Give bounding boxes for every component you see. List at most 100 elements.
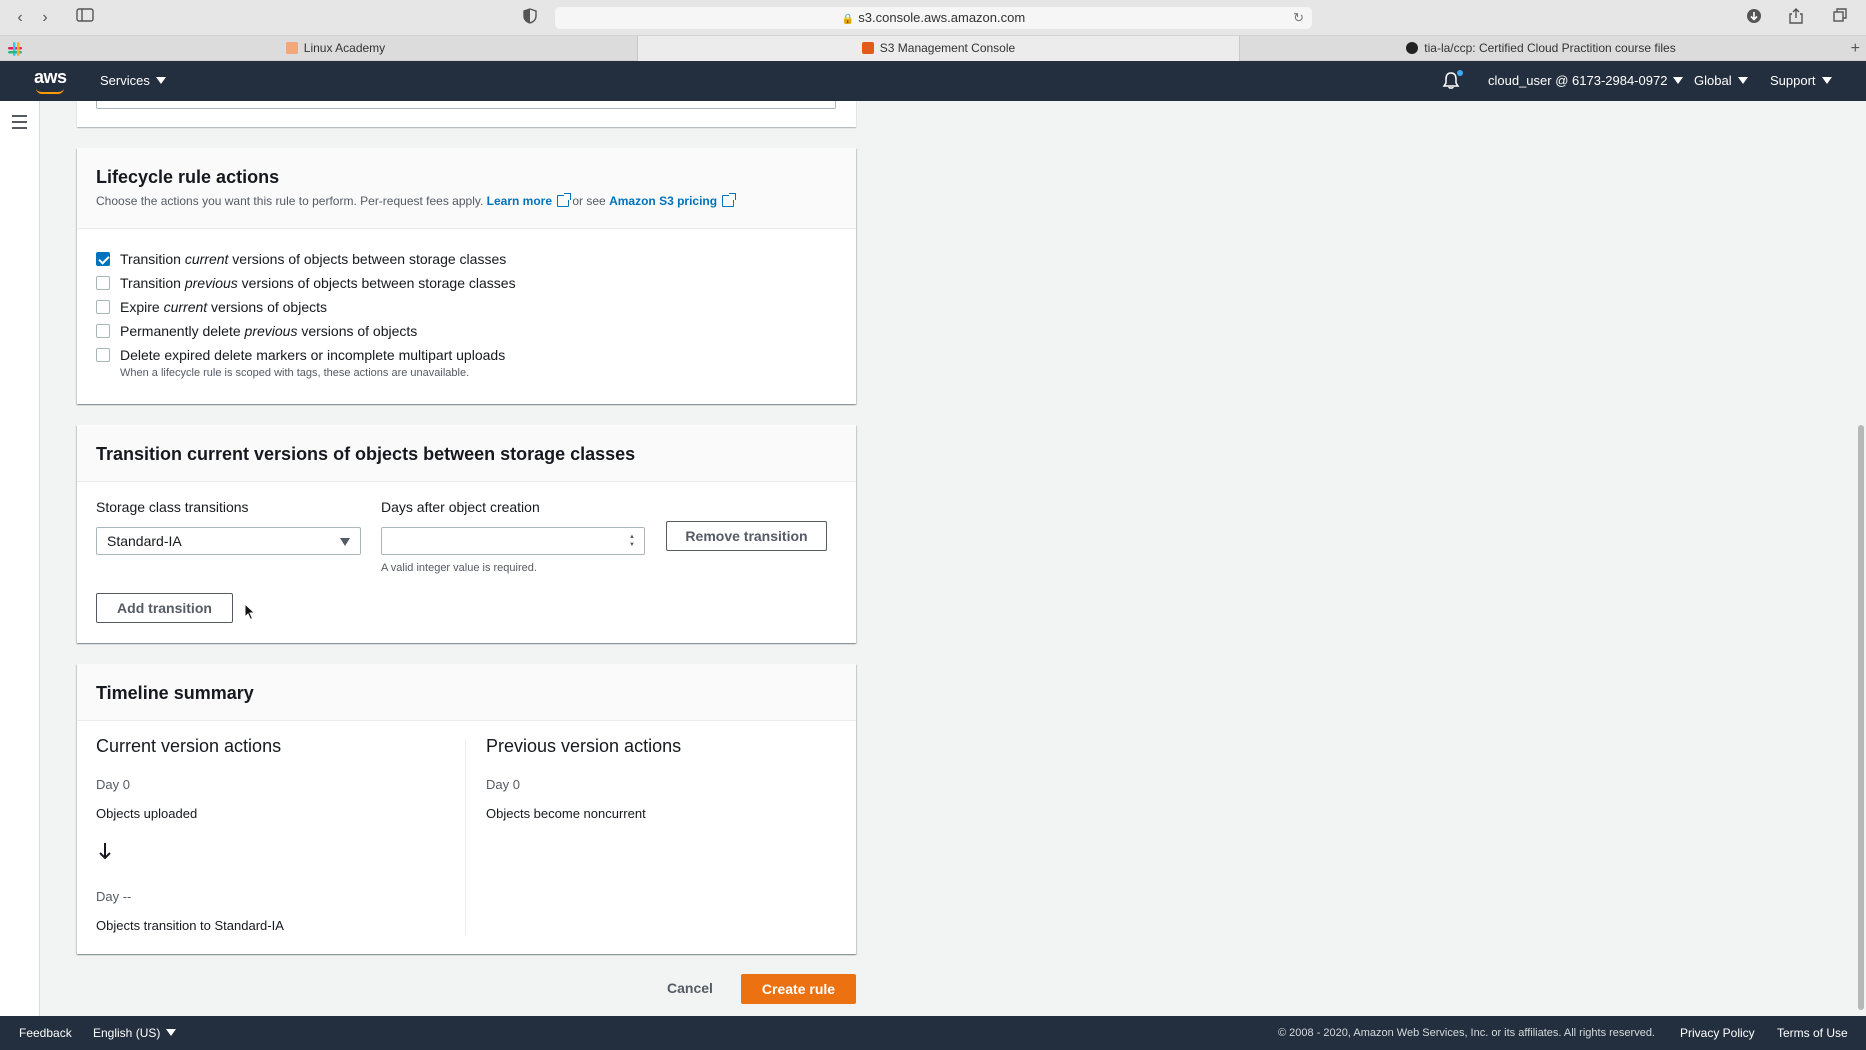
current-event-0: Objects uploaded bbox=[96, 806, 198, 821]
side-navigation bbox=[0, 101, 40, 1016]
timeline-summary-panel: Timeline summary Current version actions… bbox=[77, 664, 856, 954]
new-tab-icon[interactable]: + bbox=[1851, 36, 1860, 61]
cursor-icon bbox=[244, 603, 256, 621]
previous-panel-remnant bbox=[77, 101, 856, 127]
create-rule-button[interactable]: Create rule bbox=[741, 974, 856, 1004]
current-day-0: Day 0 bbox=[96, 777, 130, 792]
aws-logo[interactable]: aws bbox=[34, 67, 67, 94]
tab-s3-console[interactable]: S3 Management Console bbox=[638, 36, 1240, 61]
days-help: A valid integer value is required. bbox=[381, 562, 537, 574]
checkbox-checked[interactable] bbox=[96, 252, 110, 266]
tab-label: Linux Academy bbox=[303, 41, 386, 55]
shield-icon[interactable] bbox=[516, 8, 544, 28]
pricing-link[interactable]: Amazon S3 pricing bbox=[609, 193, 737, 208]
option-label: Expire current versions of objects bbox=[120, 299, 327, 315]
lifecycle-rule-actions-panel: Lifecycle rule actions Choose the action… bbox=[77, 148, 856, 404]
storage-class-select[interactable]: Standard-IA bbox=[96, 527, 361, 555]
transition-panel: Transition current versions of objects b… bbox=[77, 425, 856, 643]
back-icon[interactable]: ‹ bbox=[9, 8, 31, 28]
services-label: Services bbox=[100, 73, 150, 88]
address-bar[interactable]: 🔒 s3.console.aws.amazon.com ↻ bbox=[555, 7, 1312, 29]
tab-github[interactable]: tia-la/ccp: Certified Cloud Practition c… bbox=[1240, 36, 1842, 61]
caret-down-icon bbox=[166, 1029, 177, 1036]
panel-title: Lifecycle rule actions bbox=[96, 167, 280, 187]
learn-more-link[interactable]: Learn more bbox=[486, 193, 572, 208]
download-icon[interactable] bbox=[1740, 8, 1768, 28]
pricing-link-label: Amazon S3 pricing bbox=[609, 194, 718, 208]
copyright-text: © 2008 - 2020, Amazon Web Services, Inc.… bbox=[1278, 1027, 1655, 1039]
support-label: Support bbox=[1770, 73, 1816, 88]
forward-icon[interactable]: › bbox=[34, 8, 56, 28]
browser-toolbar: ‹ › 🔒 s3.console.aws.amazon.com ↻ bbox=[0, 0, 1866, 36]
caret-down-icon bbox=[1737, 77, 1748, 84]
current-event-1: Objects transition to Standard-IA bbox=[96, 918, 284, 933]
hamburger-icon[interactable] bbox=[12, 115, 27, 133]
linux-academy-icon bbox=[285, 42, 298, 54]
browser-tabs: Linux Academy S3 Management Console tia-… bbox=[0, 36, 1866, 61]
caret-down-icon bbox=[1821, 77, 1832, 84]
storage-class-value: Standard-IA bbox=[107, 533, 182, 549]
caret-down-icon bbox=[340, 538, 350, 546]
checkbox[interactable] bbox=[96, 324, 110, 338]
panel-header: Timeline summary bbox=[77, 664, 856, 721]
tab-linux-academy[interactable]: Linux Academy bbox=[34, 36, 638, 61]
aws-top-nav: aws Services cloud_user @ 6173-2984-0972… bbox=[0, 61, 1866, 101]
caret-down-icon bbox=[155, 77, 166, 84]
external-link-icon bbox=[557, 193, 572, 207]
checkbox[interactable] bbox=[96, 276, 110, 290]
sidebar-icon[interactable] bbox=[71, 8, 99, 28]
support-menu[interactable]: Support bbox=[1770, 61, 1832, 101]
option-label: Permanently delete previous versions of … bbox=[120, 323, 418, 339]
or-see-text: or see bbox=[572, 194, 606, 208]
tab-label: S3 Management Console bbox=[879, 41, 1016, 55]
url-text: s3.console.aws.amazon.com bbox=[858, 10, 1026, 25]
stepper-icon[interactable]: ▲ ▼ bbox=[628, 533, 636, 549]
caret-down-icon bbox=[1673, 77, 1684, 84]
account-label: cloud_user @ 6173-2984-0972 bbox=[1488, 73, 1668, 88]
feedback-link[interactable]: Feedback bbox=[19, 1016, 72, 1050]
previous-version-heading: Previous version actions bbox=[486, 736, 682, 756]
console-footer: Feedback English (US) © 2008 - 2020, Ama… bbox=[0, 1016, 1866, 1050]
panel-title: Timeline summary bbox=[96, 683, 254, 703]
description-text: Choose the actions you want this rule to… bbox=[96, 194, 484, 208]
account-menu[interactable]: cloud_user @ 6173-2984-0972 bbox=[1488, 61, 1684, 101]
current-day-1: Day -- bbox=[96, 889, 132, 904]
current-version-heading: Current version actions bbox=[96, 736, 282, 756]
add-transition-button[interactable]: Add transition bbox=[96, 593, 233, 623]
previous-event-0: Objects become noncurrent bbox=[486, 806, 646, 821]
tab-label: tia-la/ccp: Certified Cloud Practition c… bbox=[1424, 41, 1676, 55]
panel-description: Choose the actions you want this rule to… bbox=[96, 193, 837, 208]
s3-icon bbox=[861, 42, 874, 54]
option-label: Transition current versions of objects b… bbox=[120, 251, 507, 267]
scrollbar-thumb[interactable] bbox=[1858, 425, 1864, 1010]
terms-of-use-link[interactable]: Terms of Use bbox=[1777, 1016, 1848, 1050]
learn-more-label: Learn more bbox=[486, 194, 553, 208]
days-label: Days after object creation bbox=[381, 499, 540, 515]
storage-class-label: Storage class transitions bbox=[96, 499, 249, 515]
previous-input-field[interactable] bbox=[96, 101, 836, 109]
checkbox[interactable] bbox=[96, 348, 110, 362]
days-input[interactable]: ▲ ▼ bbox=[381, 527, 645, 555]
remove-transition-button[interactable]: Remove transition bbox=[666, 521, 827, 551]
option-label: Transition previous versions of objects … bbox=[120, 275, 516, 291]
share-icon[interactable] bbox=[1782, 8, 1810, 28]
language-selector[interactable]: English (US) bbox=[93, 1016, 177, 1050]
cancel-button[interactable]: Cancel bbox=[667, 980, 713, 996]
region-menu[interactable]: Global bbox=[1694, 61, 1748, 101]
checkbox[interactable] bbox=[96, 300, 110, 314]
privacy-policy-link[interactable]: Privacy Policy bbox=[1680, 1016, 1755, 1050]
panel-header: Transition current versions of objects b… bbox=[77, 425, 856, 482]
reload-icon[interactable]: ↻ bbox=[1293, 7, 1304, 29]
services-menu[interactable]: Services bbox=[100, 61, 166, 101]
option-label: Delete expired delete markers or incompl… bbox=[120, 347, 506, 363]
notification-dot bbox=[1457, 70, 1463, 76]
tabs-icon[interactable] bbox=[1826, 8, 1854, 28]
column-divider bbox=[465, 739, 466, 935]
lock-icon: 🔒 bbox=[841, 14, 855, 25]
language-label: English (US) bbox=[93, 1026, 161, 1040]
panel-header: Lifecycle rule actions Choose the action… bbox=[77, 148, 856, 229]
options-hint: When a lifecycle rule is scoped with tag… bbox=[120, 367, 470, 379]
github-icon bbox=[1406, 42, 1419, 54]
slack-icon[interactable] bbox=[8, 42, 22, 56]
panel-title: Transition current versions of objects b… bbox=[96, 444, 636, 464]
